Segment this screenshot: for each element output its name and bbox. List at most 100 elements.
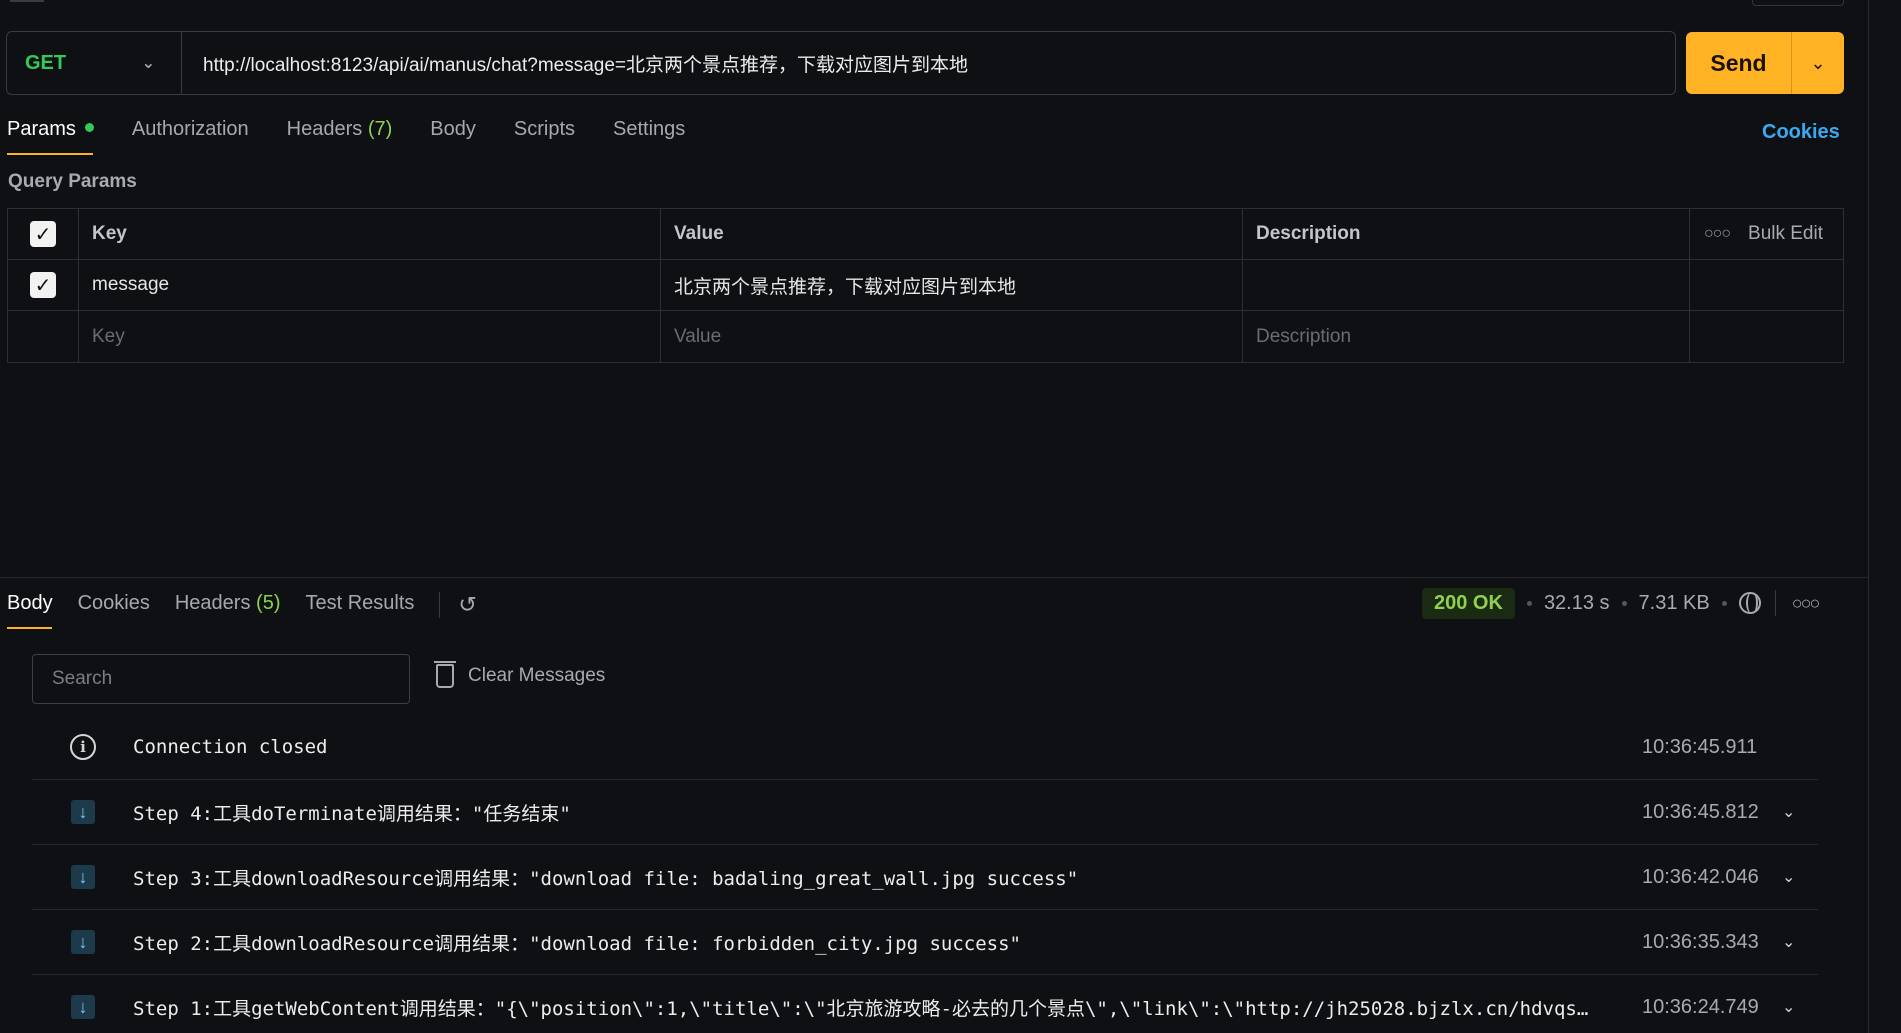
new-value-input[interactable]: Value	[661, 311, 1243, 362]
chevron-down-icon[interactable]: ⌄	[1782, 867, 1795, 887]
new-row-checkbox-cell	[8, 311, 79, 362]
query-params-title: Query Params	[8, 171, 137, 192]
list-item[interactable]: ↓ Step 2:工具downloadResource调用结果："downloa…	[32, 910, 1818, 975]
url-input[interactable]: http://localhost:8123/api/ai/manus/chat?…	[182, 50, 968, 77]
response-tabs: Body Cookies Headers (5) Test Results ↺	[7, 592, 477, 629]
tab-settings[interactable]: Settings	[613, 118, 685, 155]
bulk-edit-button[interactable]: Bulk Edit	[1748, 223, 1823, 245]
separator-dot	[1526, 600, 1532, 606]
new-key-input[interactable]: Key	[79, 311, 661, 362]
tab-indicator	[10, 0, 44, 2]
message-text: Step 2:工具downloadResource调用结果："download …	[133, 932, 1021, 955]
column-key: Key	[79, 209, 661, 259]
separator-dot	[1621, 600, 1627, 606]
tab-params[interactable]: Params	[7, 118, 94, 155]
method-label: GET	[25, 51, 67, 74]
tab-authorization[interactable]: Authorization	[132, 118, 249, 155]
message-icon-cell: ↓	[58, 995, 108, 1019]
chevron-down-icon[interactable]: ⌄	[1782, 932, 1795, 952]
list-item[interactable]: ↓ Step 4:工具doTerminate调用结果："任务结束" 10:36:…	[32, 780, 1818, 845]
send-options-chevron-icon[interactable]: ⌄	[1792, 32, 1844, 94]
message-text: Connection closed	[133, 736, 328, 758]
table-header-row: ✓ Key Value Description ○○○ Bulk Edit	[8, 209, 1843, 260]
message-time: 10:36:45.911	[1642, 735, 1758, 758]
params-active-dot	[84, 123, 94, 132]
chevron-down-icon: ⌄	[141, 55, 155, 72]
separator-dot	[1721, 600, 1727, 606]
response-headers-count: (5)	[256, 592, 281, 614]
tab-response-cookies[interactable]: Cookies	[78, 592, 150, 629]
history-icon[interactable]: ↺	[458, 592, 476, 618]
column-description: Description	[1243, 209, 1690, 259]
top-button[interactable]	[1752, 0, 1844, 6]
list-item[interactable]: ↓ Step 3:工具downloadResource调用结果："downloa…	[32, 845, 1818, 910]
response-time[interactable]: 32.13 s	[1544, 592, 1610, 615]
info-icon: i	[70, 734, 96, 760]
header-checkbox-cell: ✓	[8, 209, 79, 259]
send-button-group: Send ⌄	[1686, 32, 1844, 94]
tab-scripts[interactable]: Scripts	[514, 118, 575, 155]
param-key[interactable]: message	[79, 260, 661, 310]
clear-messages-label: Clear Messages	[468, 665, 606, 686]
list-item[interactable]: i Connection closed 10:36:45.911	[32, 715, 1818, 780]
tab-response-headers[interactable]: Headers (5)	[175, 592, 281, 629]
status-divider	[1774, 590, 1776, 616]
message-icon-cell: ↓	[58, 930, 108, 954]
search-input[interactable]: Search	[32, 654, 410, 704]
tab-headers[interactable]: Headers (7)	[287, 118, 393, 155]
tab-test-results[interactable]: Test Results	[305, 592, 414, 629]
tab-params-label: Params	[7, 118, 76, 140]
message-time: 10:36:24.749	[1642, 995, 1759, 1018]
message-icon-cell: ↓	[58, 800, 108, 824]
trash-icon	[434, 661, 456, 688]
tab-headers-label: Headers	[286, 118, 363, 140]
request-tabs: Params Authorization Headers (7) Body Sc…	[7, 118, 723, 160]
message-time: 10:36:45.812	[1642, 800, 1759, 823]
message-time: 10:36:35.343	[1642, 930, 1759, 953]
message-list: i Connection closed 10:36:45.911 ↓ Step …	[32, 715, 1818, 1033]
globe-icon[interactable]	[1738, 592, 1761, 614]
message-text: Step 3:工具downloadResource调用结果："download …	[133, 867, 1079, 890]
param-value[interactable]: 北京两个景点推荐，下载对应图片到本地	[661, 260, 1243, 310]
message-text: Step 4:工具doTerminate调用结果："任务结束"	[133, 802, 571, 825]
tabs-separator	[439, 592, 441, 618]
cookies-link[interactable]: Cookies	[1762, 121, 1840, 144]
table-row: ✓ message 北京两个景点推荐，下载对应图片到本地	[8, 260, 1843, 311]
new-description-input[interactable]: Description	[1243, 311, 1690, 362]
row-extra-cell	[1690, 260, 1843, 310]
bulk-edit-cell: ○○○ Bulk Edit	[1690, 209, 1843, 259]
url-bar: GET ⌄ http://localhost:8123/api/ai/manus…	[6, 31, 1676, 95]
column-value: Value	[661, 209, 1243, 259]
more-options-icon[interactable]: ○○○	[1792, 593, 1821, 614]
response-size[interactable]: 7.31 KB	[1639, 592, 1710, 615]
pane-divider[interactable]	[0, 577, 1868, 578]
row-checkbox[interactable]: ✓	[30, 272, 56, 298]
arrow-down-icon: ↓	[71, 930, 95, 954]
right-sidebar	[1868, 0, 1901, 1033]
select-all-checkbox[interactable]: ✓	[30, 221, 56, 247]
more-options-icon[interactable]: ○○○	[1704, 225, 1731, 243]
arrow-down-icon: ↓	[71, 995, 95, 1019]
response-status-bar: 200 OK 32.13 s 7.31 KB ○○○	[1422, 587, 1821, 619]
message-text: Step 1:工具getWebContent调用结果："{\"position\…	[133, 997, 1593, 1020]
arrow-down-icon: ↓	[71, 800, 95, 824]
method-select[interactable]: GET ⌄	[7, 32, 182, 94]
clear-messages-button[interactable]: Clear Messages	[434, 661, 606, 688]
headers-count: (7)	[367, 118, 393, 140]
param-description[interactable]	[1243, 260, 1690, 310]
send-button[interactable]: Send	[1686, 32, 1792, 94]
tab-response-body[interactable]: Body	[7, 592, 53, 629]
table-row-new: Key Value Description	[8, 311, 1843, 362]
chevron-down-icon[interactable]: ⌄	[1782, 802, 1795, 822]
status-badge[interactable]: 200 OK	[1422, 587, 1515, 619]
message-icon-cell: i	[58, 734, 108, 760]
tab-body[interactable]: Body	[430, 118, 476, 155]
arrow-down-icon: ↓	[71, 865, 95, 889]
list-item[interactable]: ↓ Step 1:工具getWebContent调用结果："{\"positio…	[32, 975, 1818, 1033]
tab-response-headers-label: Headers	[174, 592, 251, 614]
new-row-extra-cell	[1690, 311, 1843, 362]
message-icon-cell: ↓	[58, 865, 108, 889]
query-params-table: ✓ Key Value Description ○○○ Bulk Edit ✓ …	[7, 208, 1844, 363]
row-checkbox-cell: ✓	[8, 260, 79, 310]
chevron-down-icon[interactable]: ⌄	[1782, 997, 1795, 1017]
